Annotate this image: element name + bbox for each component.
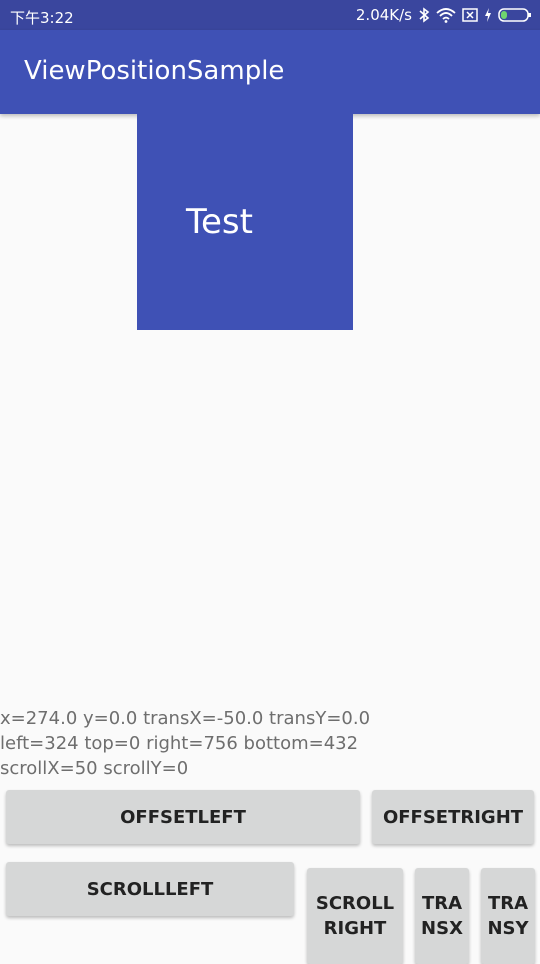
bluetooth-icon [418,7,430,23]
trans-x-button[interactable]: TRANSX [415,868,469,964]
scroll-left-button[interactable]: SCROLLLEFT [6,862,294,916]
charging-icon [484,7,492,23]
position-info-line-bounds: left=324 top=0 right=756 bottom=432 [0,733,359,754]
position-info-line-coordinates: x=274.0 y=0.0 transX=-50.0 transY=0.0 [0,708,371,729]
test-view[interactable]: Test [137,114,353,330]
trans-y-button[interactable]: TRANSY [481,868,535,964]
status-icons: 2.04K/s [356,6,532,24]
network-speed: 2.04K/s [355,6,412,24]
status-bar: 下午3:22 2.04K/s [0,0,540,30]
sim-x-icon [462,7,478,23]
app-title: ViewPositionSample [24,56,285,86]
status-time: 下午3:22 [10,9,74,27]
battery-icon [498,7,532,23]
position-info: x=274.0 y=0.0 transX=-50.0 transY=0.0 le… [0,706,370,781]
wifi-icon [436,7,456,23]
position-info-line-scroll: scrollX=50 scrollY=0 [0,758,189,779]
scroll-right-button[interactable]: SCROLLRIGHT [307,868,403,964]
offset-left-button[interactable]: OFFSETLEFT [6,790,360,844]
test-view-label: Test [186,202,253,242]
offset-right-button[interactable]: OFFSETRIGHT [372,790,534,844]
app-bar: ViewPositionSample [0,30,540,114]
